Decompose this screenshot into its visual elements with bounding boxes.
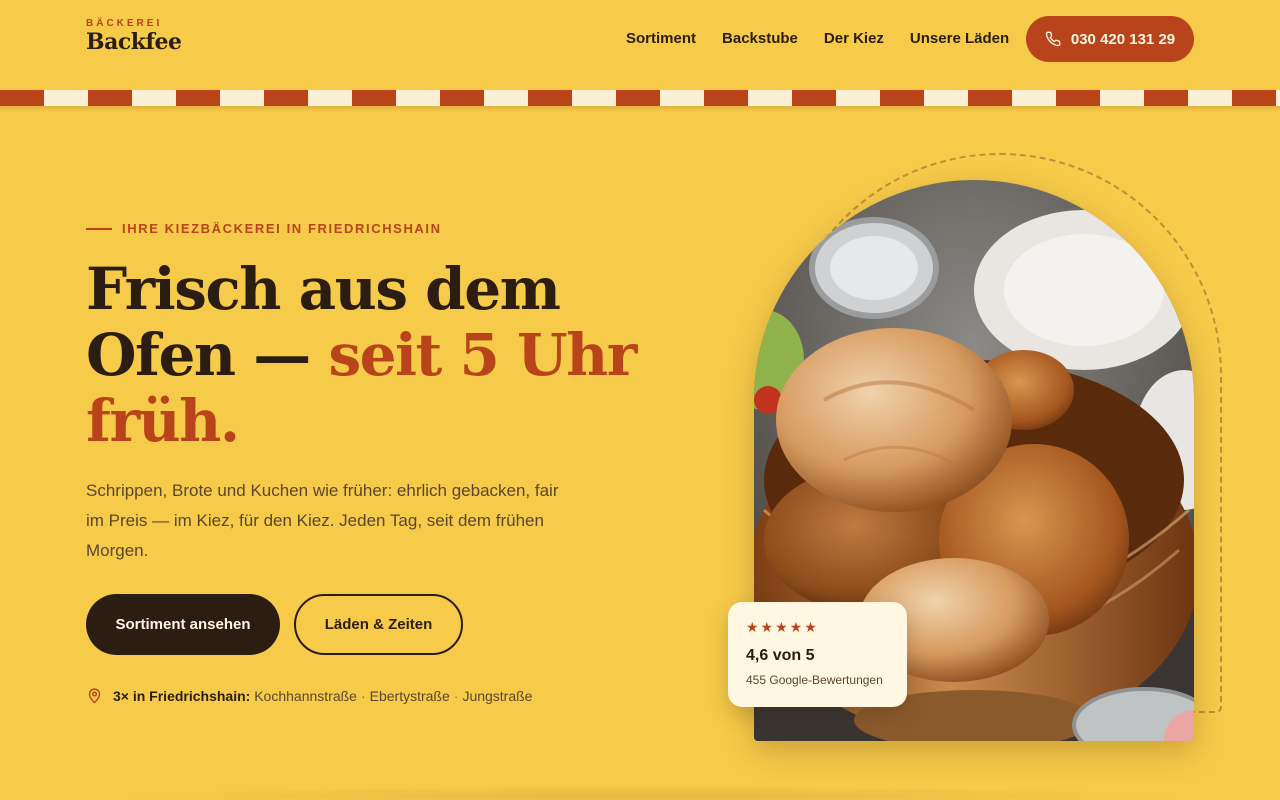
hero-eyebrow-text: IHRE KIEZBÄCKEREI IN FRIEDRICHSHAIN: [122, 221, 442, 236]
phone-button[interactable]: 030 420 131 29: [1026, 16, 1194, 62]
rating-value: 4,6 von 5: [746, 647, 815, 664]
store-jungstrasse[interactable]: Jungstraße: [462, 688, 532, 704]
site-header: BÄCKEREI Backfee Sortiment Backstube Der…: [0, 0, 1280, 90]
rating-stars: ★★★★★: [746, 619, 819, 635]
hero-eyebrow: IHRE KIEZBÄCKEREI IN FRIEDRICHSHAIN: [86, 221, 442, 236]
map-pin-icon: [88, 688, 101, 704]
nav-item-unsere-laeden[interactable]: Unsere Läden: [910, 30, 1009, 48]
awning-stripe: [0, 90, 1280, 112]
sortiment-ansehen-button[interactable]: Sortiment ansehen: [86, 594, 280, 655]
rating-count: 455 Google-Bewertungen: [746, 673, 883, 687]
section-shadow: [100, 786, 1200, 800]
store-kochhannstrasse[interactable]: Kochhannstraße: [254, 688, 357, 704]
phone-number: 030 420 131 29: [1070, 30, 1176, 48]
laeden-zeiten-button[interactable]: Läden & Zeiten: [294, 594, 463, 655]
nav-item-sortiment[interactable]: Sortiment: [626, 30, 696, 48]
phone-icon: [1045, 31, 1061, 47]
hero-lead: Schrippen, Brote und Kuchen wie früher: …: [86, 481, 559, 560]
nav-item-der-kiez[interactable]: Der Kiez: [824, 30, 884, 48]
store-ebertystrasse[interactable]: Ebertystraße: [370, 688, 450, 704]
rating-card: ★★★★★ 4,6 von 5 455 Google-Bewertungen: [728, 602, 907, 707]
locations-label: 3× in Friedrichshain:: [113, 687, 251, 704]
logo-wordmark: Backfee: [86, 29, 182, 55]
locations-line: 3× in Friedrichshain: Kochhannstraße · Ebe…: [86, 687, 532, 704]
main-nav: Sortiment Backstube Der Kiez Unsere Läde…: [626, 30, 1035, 48]
hero-headline: Frisch aus dem Ofen — seit 5 Uhr früh.: [86, 256, 646, 454]
eyebrow-rule: [86, 227, 112, 230]
nav-item-backstube[interactable]: Backstube: [722, 30, 798, 48]
logo[interactable]: BÄCKEREI Backfee: [86, 18, 182, 55]
